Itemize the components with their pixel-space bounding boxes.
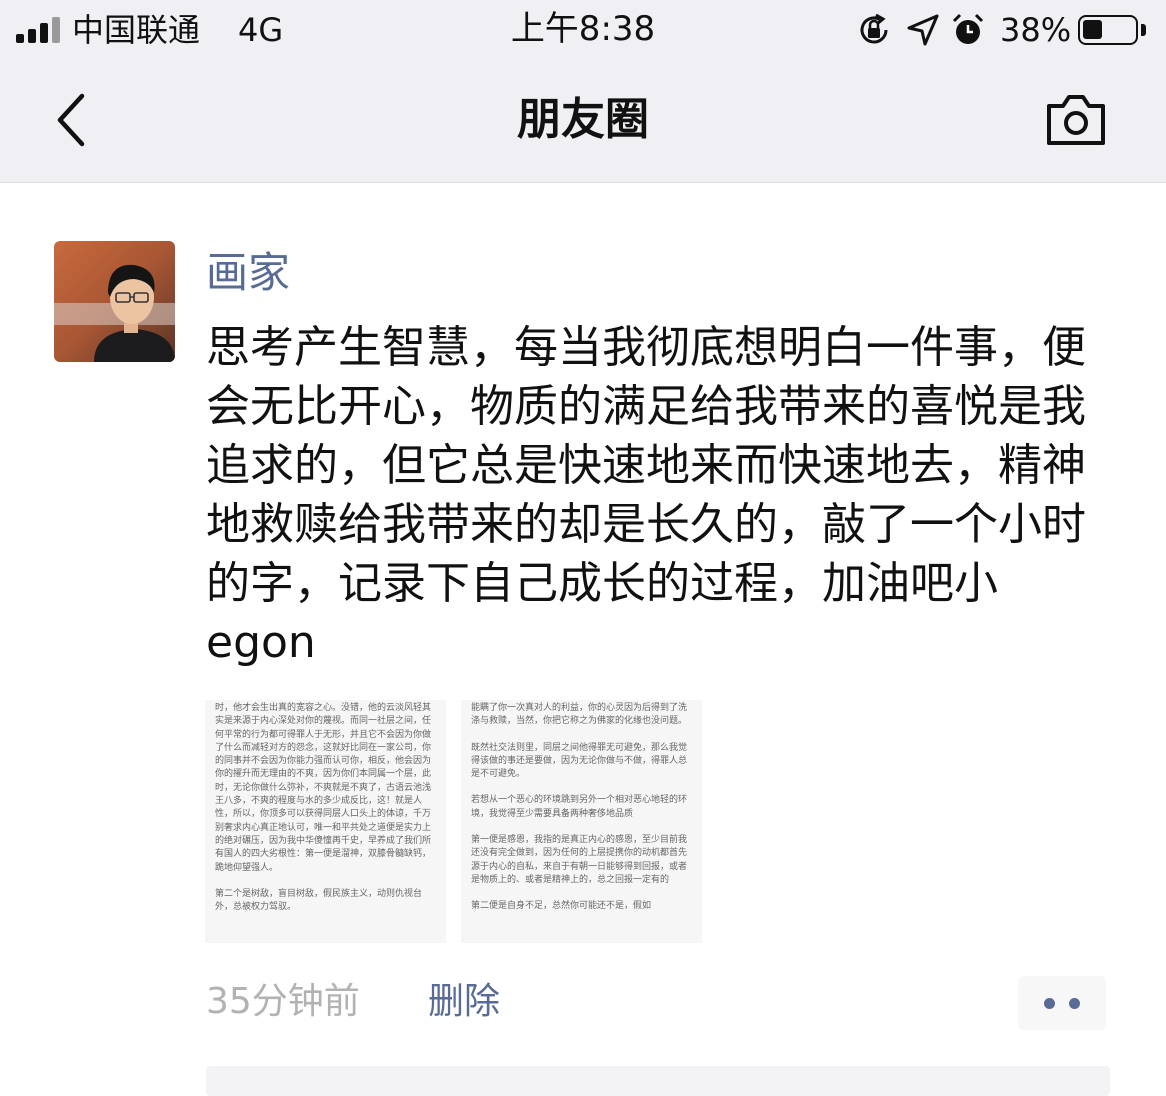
battery-percentage: 38%: [1000, 11, 1072, 49]
post-image-2[interactable]: 能瞒了你一次真对人的利益，你的心灵因为后得到了洗涤与救赎，当然，你把它称之为佛家…: [461, 700, 702, 943]
status-time: 上午8:38: [510, 9, 656, 49]
top-bar: 中国联通 4G 上午8:38 38% 朋友圈: [0, 0, 1166, 183]
battery-tip: [1141, 24, 1146, 36]
image-text-line: 能瞒了你一次真对人的利益，你的心灵因为后得到了洗涤与救赎，当然，你把它称之为佛家…: [471, 703, 688, 727]
post-time: 35分钟前: [206, 981, 360, 1022]
status-bar: 中国联通 4G 上午8:38 38%: [0, 0, 1166, 60]
post-text: 思考产生智慧，每当我彻底想明白一件事，便会无比开心，物质的满足给我带来的喜悦是我…: [206, 322, 1086, 668]
camera-icon: [1047, 95, 1105, 145]
image-text-line: 既然社交法则里，同层之间他得罪无可避免，那么我觉得该做的事还是要做，因为无论你做…: [471, 742, 688, 780]
post-author-name[interactable]: 画家: [206, 246, 290, 300]
alarm-icon: [952, 13, 984, 44]
image-text-line: 第二便是自身不足，总然你可能还不是，假如: [471, 901, 652, 912]
comment-area: [206, 1066, 1110, 1096]
location-icon: [907, 14, 939, 46]
avatar[interactable]: [54, 241, 175, 362]
image-text-line: 第一便是感恩，我指的是真正内心的感恩，至少目前我还没有完全做到，因为任何的上层提…: [471, 835, 688, 885]
image-text-line: 第二个是树敌，盲目树敌，假民族主义，动则仇视台外，总被权力驾驭。: [215, 888, 423, 913]
battery-icon: [1078, 15, 1138, 45]
page-title: 朋友圈: [517, 94, 649, 145]
delete-button[interactable]: 删除: [428, 978, 500, 1026]
more-dots-icon: [1044, 998, 1055, 1009]
rotation-lock-icon: [860, 13, 888, 44]
more-dots-icon: [1069, 998, 1080, 1009]
image-text-line: 时，他才会生出真的宽容之心。没错，他的云淡风轻其实是来源于内心深处对你的蔑视。而…: [215, 703, 432, 873]
battery-level-fill: [1083, 20, 1102, 39]
post-image-1[interactable]: 时，他才会生出真的宽容之心。没错，他的云淡风轻其实是来源于内心深处对你的蔑视。而…: [205, 700, 446, 943]
image-text-line: 若想从一个恶心的环境跳到另外一个相对恶心地轻的环境，我觉得至少需要具备两种奢侈地…: [471, 795, 688, 819]
more-options-button[interactable]: [1018, 976, 1106, 1030]
camera-button[interactable]: [1044, 92, 1108, 148]
